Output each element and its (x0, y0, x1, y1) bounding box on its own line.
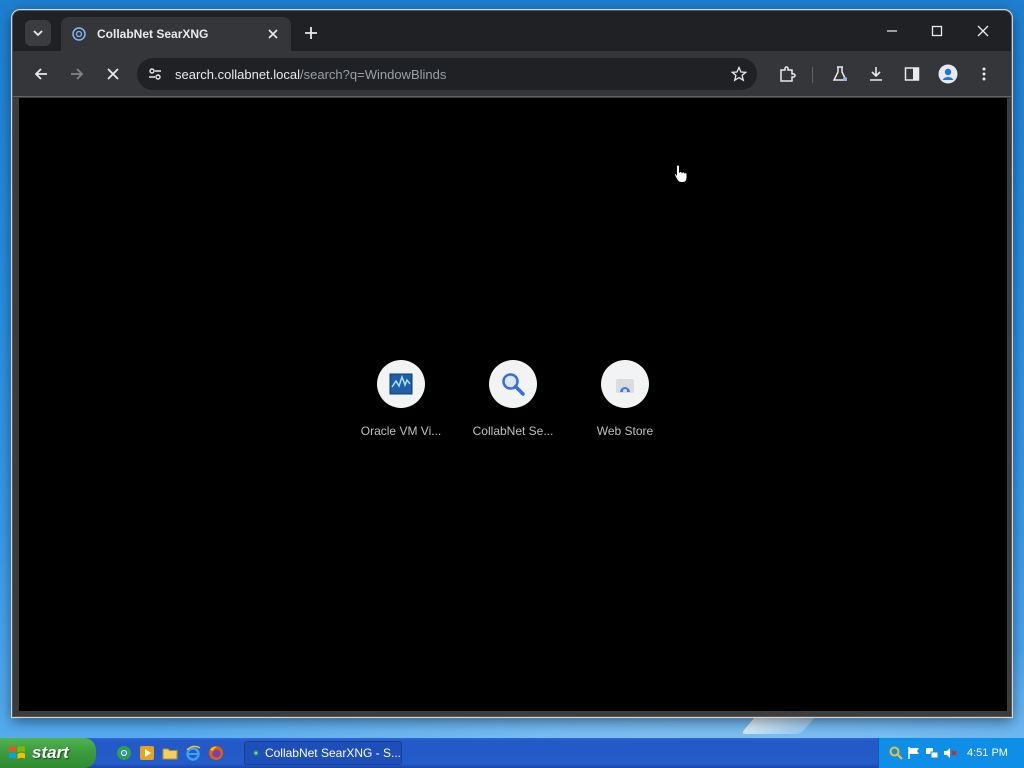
tab-search-button[interactable] (25, 20, 51, 46)
download-icon (870, 67, 882, 81)
plus-icon (305, 27, 317, 39)
minimize-button[interactable] (877, 19, 907, 43)
tab-active[interactable]: CollabNet SearXNG (61, 17, 291, 51)
star-icon[interactable] (731, 66, 747, 82)
shortcut-icon-container (489, 360, 537, 408)
network-icon[interactable] (925, 746, 939, 760)
profile-button[interactable] (936, 62, 960, 86)
browser-window: CollabNet SearXNG search.collabnet.local… (12, 10, 1012, 717)
menu-button[interactable] (972, 62, 996, 86)
web-store-icon (616, 379, 634, 393)
shortcut-icon-container (601, 360, 649, 408)
taskbar-window-label: CollabNet SearXNG - S... (264, 746, 401, 760)
taskbar: start CollabNet SearXNG - S... 4:51 PM (0, 738, 1024, 768)
tab-title: CollabNet SearXNG (97, 27, 209, 41)
shortcut-label: Web Store (596, 424, 654, 438)
shortcut-label: Oracle VM Vi... (360, 424, 442, 438)
downloads-button[interactable] (864, 62, 888, 86)
puzzle-icon (780, 66, 796, 82)
start-label: start (32, 743, 69, 762)
toolbar-separator (812, 67, 813, 83)
arrow-left-icon (34, 68, 47, 80)
labs-button[interactable] (828, 62, 852, 86)
clock: 4:51 PM (967, 747, 1008, 759)
extensions-button[interactable] (775, 62, 799, 86)
chevron-down-icon (33, 30, 43, 37)
maximize-button[interactable] (922, 19, 952, 43)
back-button[interactable] (29, 62, 53, 86)
arrow-right-icon (71, 68, 84, 80)
side-panel-button[interactable] (900, 62, 924, 86)
minimize-icon (887, 30, 897, 32)
search-icon (502, 373, 525, 396)
shortcut-web-store[interactable]: Web Store (577, 360, 673, 438)
kebab-menu-icon (982, 67, 986, 81)
new-tab-button[interactable] (301, 23, 321, 43)
close-icon (268, 29, 278, 39)
windows-logo-icon (9, 746, 25, 759)
maximize-icon (931, 25, 943, 37)
taskbar-window-button[interactable]: CollabNet SearXNG - S... (244, 741, 402, 765)
shortcut-icon-container (377, 360, 425, 408)
side-panel-icon (904, 67, 920, 81)
url-path: /search?q=WindowBlinds (300, 66, 447, 82)
shortcut-oracle-vm[interactable]: Oracle VM Vi... (353, 360, 449, 438)
address-bar[interactable]: search.collabnet.local/search?q=WindowBl… (137, 58, 757, 90)
close-icon (107, 68, 119, 80)
flag-icon[interactable] (907, 746, 921, 760)
internet-explorer-icon[interactable] (185, 745, 201, 761)
start-button[interactable]: start (0, 738, 96, 768)
tab-strip: CollabNet SearXNG (13, 11, 1011, 51)
flask-icon (832, 66, 848, 81)
toolbar: search.collabnet.local/search?q=WindowBl… (13, 51, 1011, 97)
searxng-favicon-icon (72, 27, 86, 41)
avatar-icon (938, 64, 958, 84)
site-settings-icon (149, 68, 161, 80)
media-player-icon[interactable] (139, 745, 155, 761)
url-host: search.collabnet.local (175, 66, 301, 82)
url-text: search.collabnet.local/search?q=WindowBl… (175, 67, 446, 82)
hand-cursor-icon (673, 164, 688, 183)
chrome-quicklaunch-icon[interactable] (116, 745, 132, 761)
chrome-icon (253, 750, 259, 756)
close-window-button[interactable] (968, 19, 998, 43)
forward-button[interactable] (65, 62, 89, 86)
close-icon (977, 25, 989, 37)
volume-muted-icon[interactable] (943, 746, 957, 760)
firefox-icon[interactable] (208, 745, 224, 761)
search-icon[interactable] (889, 746, 903, 760)
shortcut-collabnet-searxng[interactable]: CollabNet Se... (465, 360, 561, 438)
tab-close-button[interactable] (265, 26, 281, 42)
page-content: Oracle VM Vi... CollabNet Se... Web Stor… (19, 98, 1007, 711)
shortcut-label: CollabNet Se... (472, 424, 554, 438)
oracle-vm-icon (389, 373, 413, 395)
folder-icon[interactable] (162, 745, 178, 761)
stop-loading-button[interactable] (101, 62, 125, 86)
system-tray: 4:51 PM (878, 738, 1024, 768)
